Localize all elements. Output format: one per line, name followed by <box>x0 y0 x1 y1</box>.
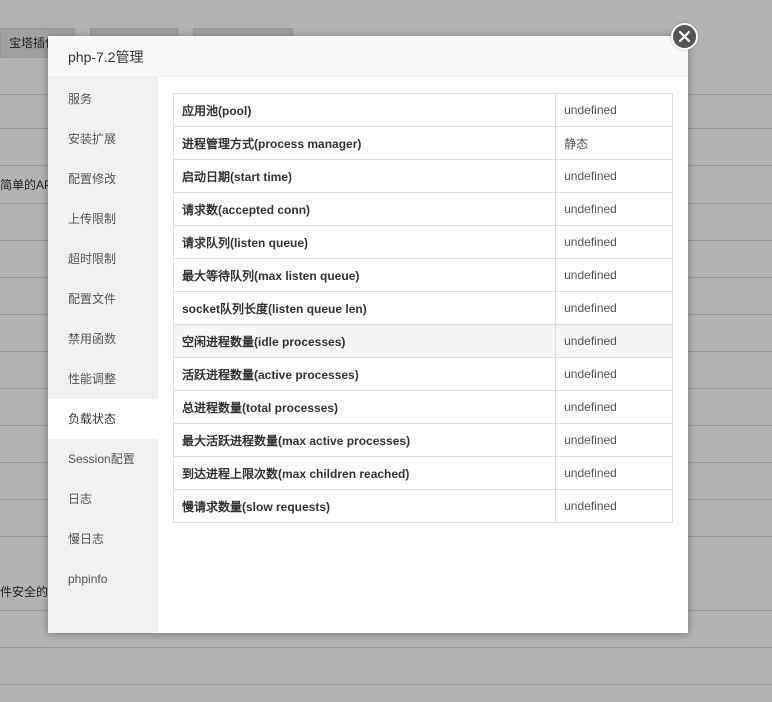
status-key: 最大活跃进程数量(max active processes) <box>172 423 557 457</box>
dialog-header: php-7.2管理 <box>48 36 688 77</box>
load-status-table: 应用池(pool) undefined 进程管理方式(process manager… <box>172 93 673 523</box>
status-value: undefined <box>555 159 673 193</box>
status-value: undefined <box>555 390 673 424</box>
status-key: 请求队列(listen queue) <box>172 225 557 259</box>
sidebar-item[interactable]: 超时限制 <box>48 239 158 279</box>
php-manager-dialog: php-7.2管理 服务 安装扩展 配置修改 上传限制 超时限制 配置文件 禁用函数 性能调整… <box>48 23 698 633</box>
status-key: 应用池(pool) <box>172 93 557 127</box>
table-row: socket队列长度(listen queue len) undefined <box>172 291 673 325</box>
load-status-panel: 应用池(pool) undefined 进程管理方式(process manager… <box>158 77 688 633</box>
table-row: 最大等待队列(max listen queue) undefined <box>172 258 673 292</box>
table-row: 进程管理方式(process manager) 静态 <box>172 126 673 160</box>
status-value: undefined <box>555 291 673 325</box>
sidebar-item[interactable]: 性能调整 <box>48 359 158 399</box>
sidebar-item[interactable]: 安装扩展 <box>48 119 158 159</box>
sidebar-item[interactable]: Session配置 <box>48 439 158 479</box>
status-key: 最大等待队列(max listen queue) <box>172 258 557 292</box>
status-value: undefined <box>555 456 673 490</box>
status-value: undefined <box>555 324 673 358</box>
status-key: 到达进程上限次数(max children reached) <box>172 456 557 490</box>
sidebar-item[interactable]: 配置文件 <box>48 279 158 319</box>
table-row: 请求数(accepted conn) undefined <box>172 192 673 226</box>
status-key: 总进程数量(total processes) <box>172 390 557 424</box>
close-icon <box>678 30 691 43</box>
status-key: 活跃进程数量(active processes) <box>172 357 557 391</box>
status-key: 启动日期(start time) <box>172 159 557 193</box>
sidebar-item[interactable]: 慢日志 <box>48 519 158 559</box>
sidebar-item[interactable]: 禁用函数 <box>48 319 158 359</box>
table-row: 启动日期(start time) undefined <box>172 159 673 193</box>
status-value: undefined <box>555 93 673 127</box>
status-key: 空闲进程数量(idle processes) <box>172 324 557 358</box>
status-key: 进程管理方式(process manager) <box>172 126 557 160</box>
table-row: 请求队列(listen queue) undefined <box>172 225 673 259</box>
sidebar-item[interactable]: 服务 <box>48 79 158 119</box>
status-value: undefined <box>555 192 673 226</box>
status-value: undefined <box>555 423 673 457</box>
table-row: 到达进程上限次数(max children reached) undefined <box>172 456 673 490</box>
sidebar-item[interactable]: 日志 <box>48 479 158 519</box>
table-row: 慢请求数量(slow requests) undefined <box>172 489 673 523</box>
status-value: undefined <box>555 258 673 292</box>
table-row: 应用池(pool) undefined <box>172 93 673 127</box>
status-value: undefined <box>555 357 673 391</box>
table-row: 最大活跃进程数量(max active processes) undefined <box>172 423 673 457</box>
table-row: 空闲进程数量(idle processes) undefined <box>172 324 673 358</box>
status-key: 请求数(accepted conn) <box>172 192 557 226</box>
status-value: undefined <box>555 225 673 259</box>
status-value: 静态 <box>555 126 673 160</box>
table-row: 总进程数量(total processes) undefined <box>172 390 673 424</box>
dialog-sidebar: 服务 安装扩展 配置修改 上传限制 超时限制 配置文件 禁用函数 性能调整 负载状态 Sessio… <box>48 77 158 633</box>
status-value: undefined <box>555 489 673 523</box>
status-key: 慢请求数量(slow requests) <box>172 489 557 523</box>
status-key: socket队列长度(listen queue len) <box>172 291 557 325</box>
sidebar-item[interactable]: 上传限制 <box>48 199 158 239</box>
close-button[interactable] <box>671 23 698 50</box>
sidebar-item[interactable]: phpinfo <box>48 559 158 599</box>
table-row: 活跃进程数量(active processes) undefined <box>172 357 673 391</box>
sidebar-item[interactable]: 配置修改 <box>48 159 158 199</box>
dialog-title: php-7.2管理 <box>68 49 144 65</box>
sidebar-item[interactable]: 负载状态 <box>48 399 158 439</box>
